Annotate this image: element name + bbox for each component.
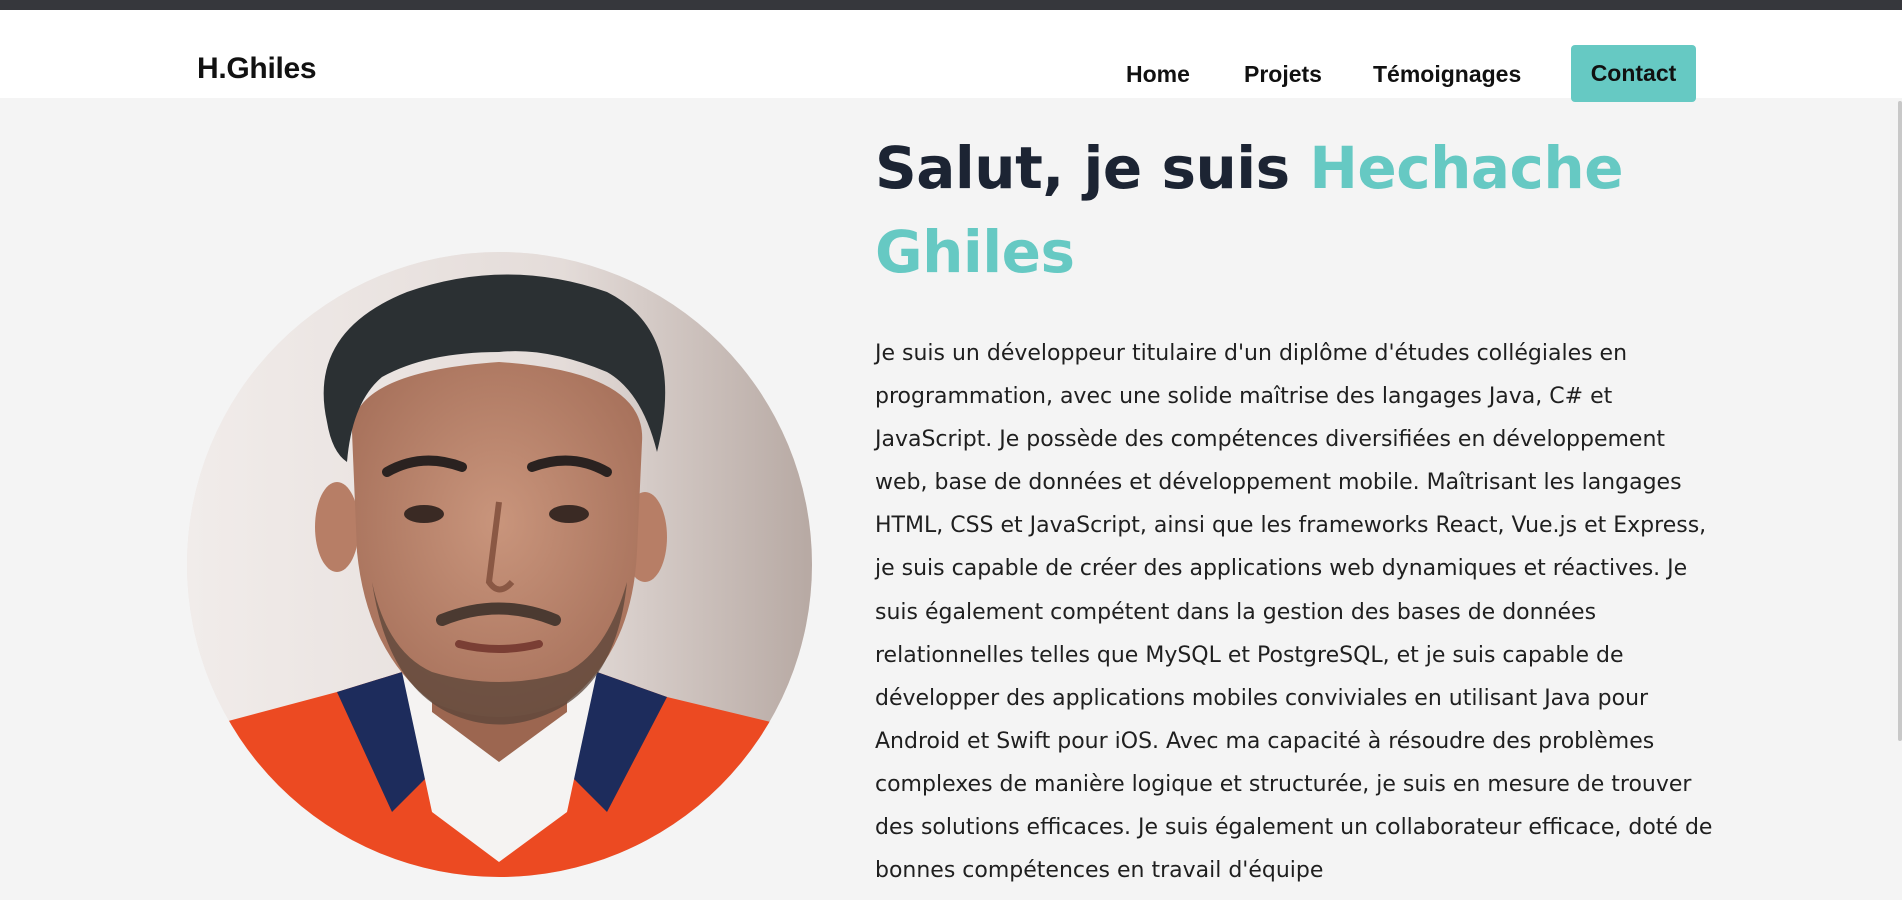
browser-top-bar: [0, 0, 1902, 10]
hero-greeting: Salut, je suis: [875, 134, 1310, 202]
nav-home-link[interactable]: Home: [1126, 61, 1190, 88]
nav-temoignages-link[interactable]: Témoignages: [1373, 61, 1521, 88]
nav-projets-link[interactable]: Projets: [1244, 61, 1322, 88]
page-scrollbar[interactable]: [1898, 101, 1902, 741]
site-header: H.Ghiles Home Projets Témoignages Contac…: [0, 10, 1902, 102]
contact-button[interactable]: Contact: [1571, 45, 1696, 102]
hero-headline: Salut, je suis Hechache Ghiles: [875, 126, 1735, 294]
profile-photo: [187, 252, 812, 877]
hero-bio: Je suis un développeur titulaire d'un di…: [875, 341, 1713, 884]
site-logo[interactable]: H.Ghiles: [197, 52, 317, 86]
profile-photo-illustration: [187, 252, 812, 877]
